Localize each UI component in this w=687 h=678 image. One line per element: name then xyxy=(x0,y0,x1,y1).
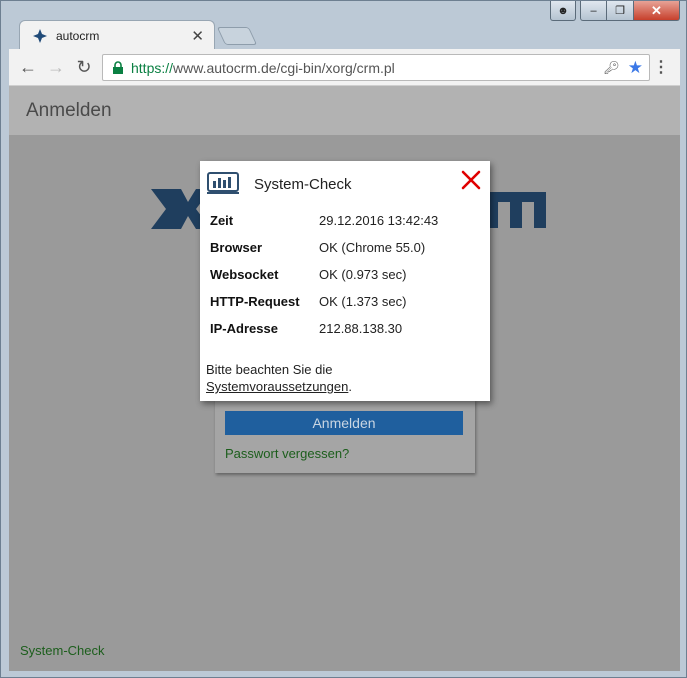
window-controls: ☻ – ❐ ✕ xyxy=(550,1,680,21)
note-suffix: . xyxy=(348,379,352,394)
table-row: IP-Adresse 212.88.138.30 xyxy=(207,315,438,342)
login-button[interactable]: Anmelden xyxy=(225,411,463,435)
row-value: OK (Chrome 55.0) xyxy=(319,240,426,255)
row-label: Browser xyxy=(210,240,263,255)
row-value: OK (0.973 sec) xyxy=(319,267,407,282)
row-value: 212.88.138.30 xyxy=(319,321,403,336)
table-row: Websocket OK (0.973 sec) xyxy=(207,261,438,288)
dialog-title: System-Check xyxy=(254,176,352,193)
tab-close-icon[interactable]: ✕ xyxy=(191,27,204,45)
browser-tab[interactable]: autocrm ✕ xyxy=(19,20,215,50)
table-row: Browser OK (Chrome 55.0) xyxy=(207,234,438,261)
system-requirements-link[interactable]: Systemvoraussetzungen xyxy=(206,379,348,394)
forward-arrow-icon[interactable]: → xyxy=(45,57,67,78)
back-arrow-icon[interactable]: ← xyxy=(17,57,39,78)
url-host-path: www.autocrm.de/cgi-bin/xorg/crm.pl xyxy=(173,59,395,76)
browser-menu-icon[interactable]: ⋮ xyxy=(653,57,669,77)
table-row: HTTP-Request OK (1.373 sec) xyxy=(207,288,438,315)
monitor-chart-icon xyxy=(207,172,239,194)
minimize-button[interactable]: – xyxy=(580,1,607,21)
new-tab-button[interactable] xyxy=(216,27,258,45)
reload-icon[interactable]: ↻ xyxy=(73,57,95,78)
url-scheme: https:// xyxy=(131,59,174,76)
table-row: Zeit 29.12.2016 13:42:43 xyxy=(207,207,438,234)
page-header: Anmelden xyxy=(9,86,680,135)
bookmark-star-icon[interactable]: ★ xyxy=(628,58,643,78)
autocrm-favicon-icon xyxy=(33,28,47,43)
page-title: Anmelden xyxy=(26,99,112,121)
close-icon[interactable] xyxy=(460,169,482,191)
system-check-dialog: System-Check Zeit 29.12.2016 13:42:43 Br… xyxy=(200,161,490,401)
login-panel: Anmelden Passwort vergessen? xyxy=(215,399,475,473)
system-check-link[interactable]: System-Check xyxy=(20,643,105,658)
row-label: IP-Adresse xyxy=(210,321,278,336)
row-value: 29.12.2016 13:42:43 xyxy=(319,213,439,228)
row-label: Websocket xyxy=(210,267,279,282)
tab-title: autocrm xyxy=(56,28,100,43)
note-prefix: Bitte beachten Sie die xyxy=(206,362,333,377)
user-icon[interactable]: ☻ xyxy=(550,1,576,21)
key-icon[interactable]: 🔑︎ xyxy=(603,60,620,76)
requirements-note: Bitte beachten Sie die Systemvoraussetzu… xyxy=(206,361,352,395)
close-window-button[interactable]: ✕ xyxy=(634,1,680,21)
row-label: HTTP-Request xyxy=(210,294,300,309)
row-value: OK (1.373 sec) xyxy=(319,294,407,309)
browser-toolbar: ← → ↻ https:// www.autocrm.de/cgi-bin/xo… xyxy=(9,49,680,86)
lock-icon xyxy=(113,60,123,74)
row-label: Zeit xyxy=(210,213,234,228)
address-bar[interactable]: https:// www.autocrm.de/cgi-bin/xorg/crm… xyxy=(102,54,650,81)
browser-window: ☻ – ❐ ✕ autocrm ✕ ← → ↻ https:// www.aut… xyxy=(0,0,687,678)
forgot-password-link[interactable]: Passwort vergessen? xyxy=(225,446,349,461)
system-check-table: Zeit 29.12.2016 13:42:43 Browser OK (Chr… xyxy=(207,207,438,342)
maximize-button[interactable]: ❐ xyxy=(607,1,634,21)
